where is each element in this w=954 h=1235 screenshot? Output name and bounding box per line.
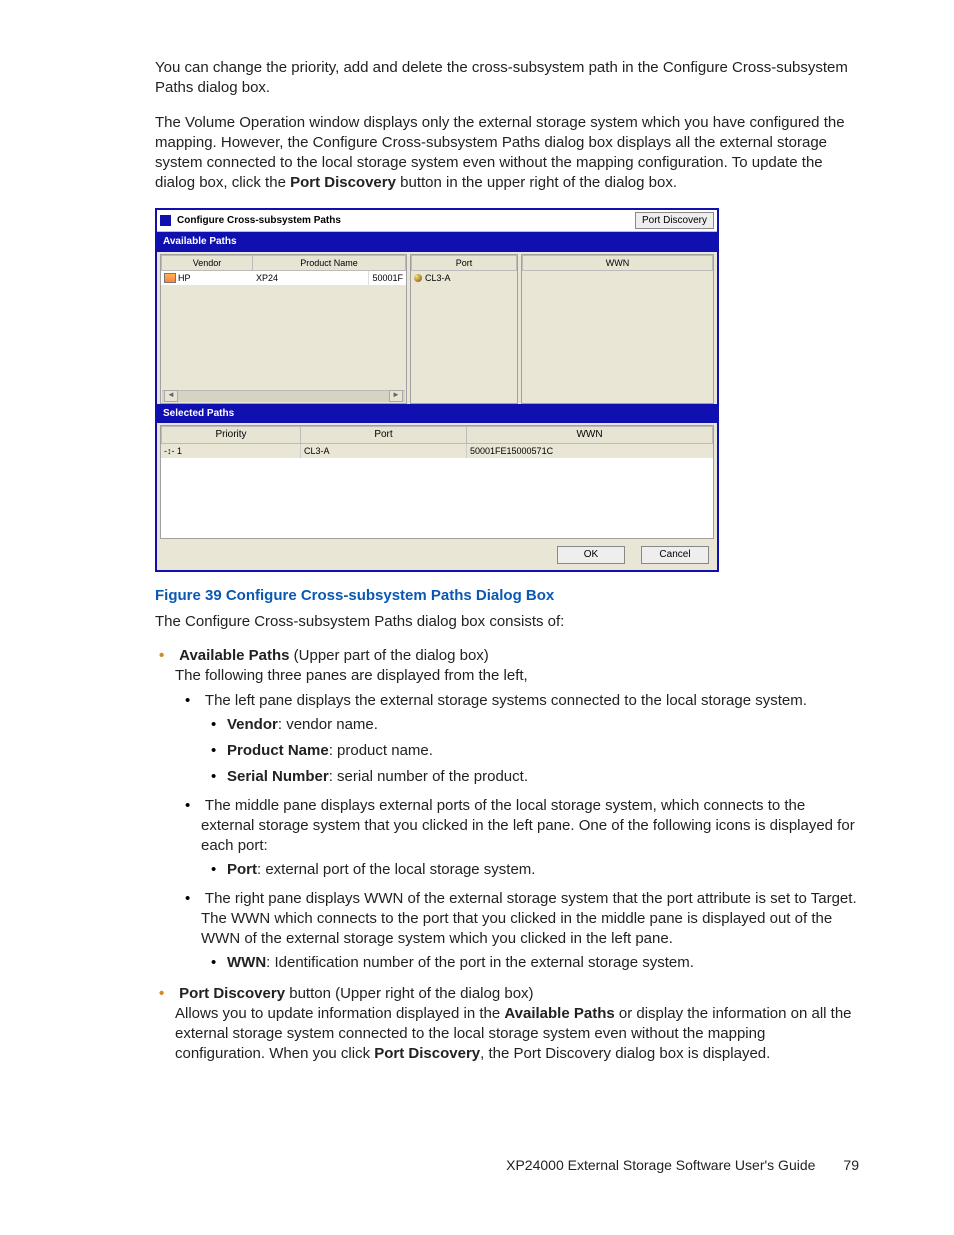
pd-text-c: , the Port Discovery dialog box is displ… [480,1045,770,1062]
available-paths-panes: Vendor Product Name HP XP24 50001F ◄ ► [157,252,717,404]
right-pane-text: The right pane displays WWN of the exter… [201,890,857,948]
cell-port-text: CL3-A [425,273,451,283]
port-field: Port: external port of the local storage… [227,860,859,880]
dialog-button-row: OK Cancel [157,542,717,570]
footer-page-number: 79 [843,1156,859,1175]
systems-pane[interactable]: Vendor Product Name HP XP24 50001F ◄ ► [160,254,407,404]
paragraph-2-b: button in the upper right of the dialog … [396,174,677,191]
ports-pane[interactable]: Port CL3-A [410,254,518,404]
systems-row[interactable]: HP XP24 50001F [161,271,406,285]
dialog-title-text: Configure Cross-subsystem Paths [177,214,635,228]
system-icon [164,273,176,283]
consists-of-line: The Configure Cross-subsystem Paths dial… [155,612,859,632]
right-pane-item: The right pane displays WWN of the exter… [201,889,859,974]
serial-text: : serial number of the product. [329,768,528,785]
col-product-name[interactable]: Product Name [253,255,406,271]
selected-paths-table[interactable]: Priority Port WWN -↕- 1 CL3-A 50001FE150… [160,425,714,539]
left-pane-item: The left pane displays the external stor… [201,691,859,788]
port-bold: Port [227,861,257,878]
figure-caption: Figure 39 Configure Cross-subsystem Path… [155,586,859,606]
available-paths-tail: (Upper part of the dialog box) [290,647,489,664]
sel-cell-priority: -↕- 1 [161,444,301,458]
port-discovery-tail: button (Upper right of the dialog box) [285,985,533,1002]
configure-paths-dialog: Configure Cross-subsystem Paths Port Dis… [155,208,719,572]
middle-pane-item: The middle pane displays external ports … [201,796,859,881]
panes-list: The left pane displays the external stor… [175,691,859,974]
port-discovery-bold: Port Discovery [179,985,285,1002]
scroll-left-icon[interactable]: ◄ [164,390,178,402]
ok-button[interactable]: OK [557,546,625,564]
sel-col-port[interactable]: Port [301,426,467,444]
page-footer: XP24000 External Storage Software User's… [155,1156,859,1175]
ports-row[interactable]: CL3-A [411,271,517,285]
sel-col-priority[interactable]: Priority [161,426,301,444]
vendor-bold: Vendor [227,716,278,733]
middle-pane-text: The middle pane displays external ports … [201,797,855,855]
cell-vendor-text: HP [178,273,191,283]
wwn-text: : Identification number of the port in t… [266,954,694,971]
cell-vendor: HP [161,271,253,285]
system-menu-icon[interactable] [160,215,171,226]
col-vendor[interactable]: Vendor [161,255,253,271]
port-discovery-button[interactable]: Port Discovery [635,212,714,230]
product-bold: Product Name [227,742,329,759]
serial-field: Serial Number: serial number of the prod… [227,767,859,787]
selected-row[interactable]: -↕- 1 CL3-A 50001FE15000571C [161,444,713,458]
dialog-title-bar: Configure Cross-subsystem Paths Port Dis… [157,210,717,233]
sel-col-wwn[interactable]: WWN [467,426,713,444]
available-paths-bold: Available Paths [179,647,289,664]
product-text: : product name. [329,742,433,759]
systems-scrollbar[interactable]: ◄ ► [162,390,405,402]
sel-cell-priority-val: 1 [177,446,182,456]
paragraph-1: You can change the priority, add and del… [155,58,859,99]
col-port[interactable]: Port [411,255,517,271]
components-list: Available Paths (Upper part of the dialo… [155,646,859,1065]
left-pane-text: The left pane displays the external stor… [205,692,807,709]
paragraph-2-bold: Port Discovery [290,174,396,191]
port-discovery-item: Port Discovery button (Upper right of th… [175,984,859,1065]
cell-product: XP24 [253,271,368,285]
wwn-bold: WWN [227,954,266,971]
middle-pane-fields: Port: external port of the local storage… [201,860,859,880]
pd-text-a: Allows you to update information display… [175,1005,504,1022]
col-wwn[interactable]: WWN [522,255,713,271]
pd-bold-1: Available Paths [504,1005,614,1022]
vendor-field: Vendor: vendor name. [227,715,859,735]
footer-title: XP24000 External Storage Software User's… [506,1156,815,1175]
cancel-button[interactable]: Cancel [641,546,709,564]
paragraph-2: The Volume Operation window displays onl… [155,113,859,194]
scroll-right-icon[interactable]: ► [389,390,403,402]
product-field: Product Name: product name. [227,741,859,761]
available-paths-item: Available Paths (Upper part of the dialo… [175,646,859,974]
wwn-pane[interactable]: WWN [521,254,714,404]
wwn-field: WWN: Identification number of the port i… [227,953,859,973]
serial-bold: Serial Number [227,768,329,785]
vendor-text: : vendor name. [278,716,378,733]
sel-cell-port: CL3-A [301,444,467,458]
available-paths-line2: The following three panes are displayed … [175,667,528,684]
available-paths-header: Available Paths [157,232,717,252]
left-pane-fields: Vendor: vendor name. Product Name: produ… [201,715,859,788]
sel-cell-wwn: 50001FE15000571C [467,444,713,458]
cell-port: CL3-A [411,271,517,285]
pd-bold-2: Port Discovery [374,1045,480,1062]
right-pane-fields: WWN: Identification number of the port i… [201,953,859,973]
cell-serial: 50001F [368,271,406,285]
selected-paths-header: Selected Paths [157,404,717,424]
port-icon [414,274,422,282]
port-text: : external port of the local storage sys… [257,861,535,878]
